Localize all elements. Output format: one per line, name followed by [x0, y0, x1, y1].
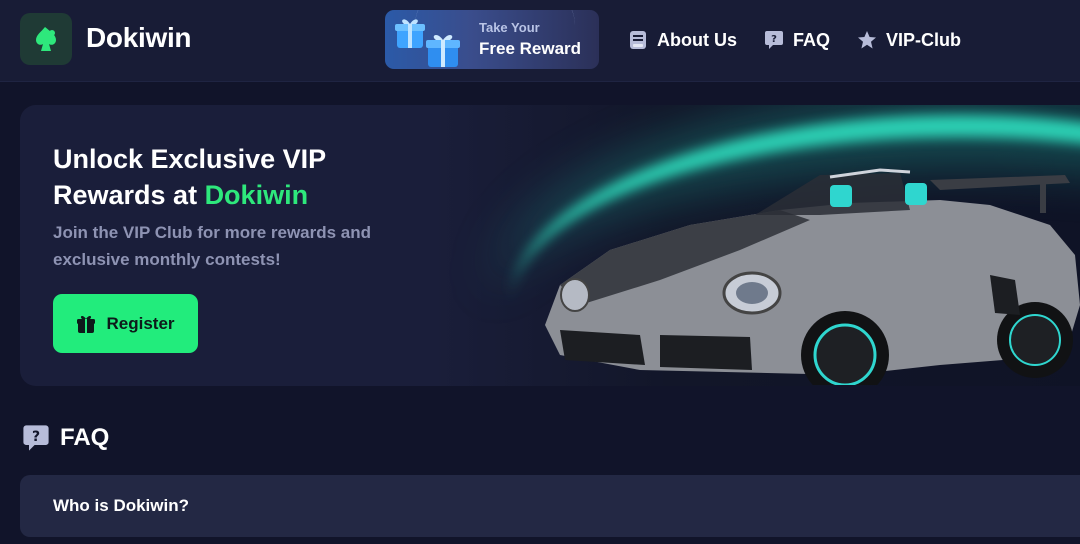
- faq-heading-label: FAQ: [60, 424, 110, 451]
- gift-icon-2: [426, 34, 460, 67]
- reward-bottom-text: Free Reward: [479, 39, 582, 58]
- reward-top-text: Take Your: [479, 20, 540, 35]
- gift-icon: [395, 19, 425, 48]
- faq-question: Who is Dokiwin?: [53, 496, 189, 515]
- brand-logo[interactable]: [20, 13, 72, 65]
- spade-logo-icon: [36, 27, 56, 51]
- hero-subtitle: Join the VIP Club for more rewards and e…: [53, 223, 372, 269]
- sports-car-image: [545, 168, 1080, 385]
- question-bubble-icon: ?: [23, 425, 49, 451]
- hero-title: Unlock Exclusive VIP Rewards at Dokiwin: [53, 141, 393, 213]
- svg-text:?: ?: [32, 429, 40, 445]
- brand-name[interactable]: Dokiwin: [86, 22, 192, 54]
- star-icon: [857, 30, 877, 50]
- question-bubble-icon: ?: [764, 30, 784, 50]
- nav-vip-club[interactable]: VIP-Club: [857, 28, 961, 52]
- nav-vip-club-label: VIP-Club: [886, 29, 961, 50]
- register-button-label: Register: [106, 313, 175, 333]
- vip-hero-banner: Unlock Exclusive VIP Rewards at Dokiwin …: [20, 105, 1080, 386]
- register-button[interactable]: Register: [53, 294, 198, 353]
- free-reward-banner[interactable]: Take Your Free Reward: [385, 10, 599, 69]
- nav-faq-label: FAQ: [793, 29, 831, 50]
- faq-item[interactable]: Who is Dokiwin?: [20, 475, 1080, 537]
- book-icon: [628, 30, 648, 50]
- nav-about-us[interactable]: About Us: [628, 28, 737, 52]
- hero-title-accent: Dokiwin: [204, 180, 309, 210]
- nav-faq[interactable]: ? FAQ: [764, 28, 830, 52]
- faq-section-heading: ? FAQ: [22, 424, 109, 452]
- hero-title-line1: Unlock Exclusive VIP: [53, 144, 327, 174]
- gift-box-icon: [77, 315, 96, 333]
- nav-about-us-label: About Us: [657, 29, 737, 50]
- top-header: Dokiwin Take Your Free Reward About Us ?…: [0, 0, 1080, 82]
- svg-text:?: ?: [771, 34, 777, 45]
- hero-title-line2: Rewards at: [53, 180, 205, 210]
